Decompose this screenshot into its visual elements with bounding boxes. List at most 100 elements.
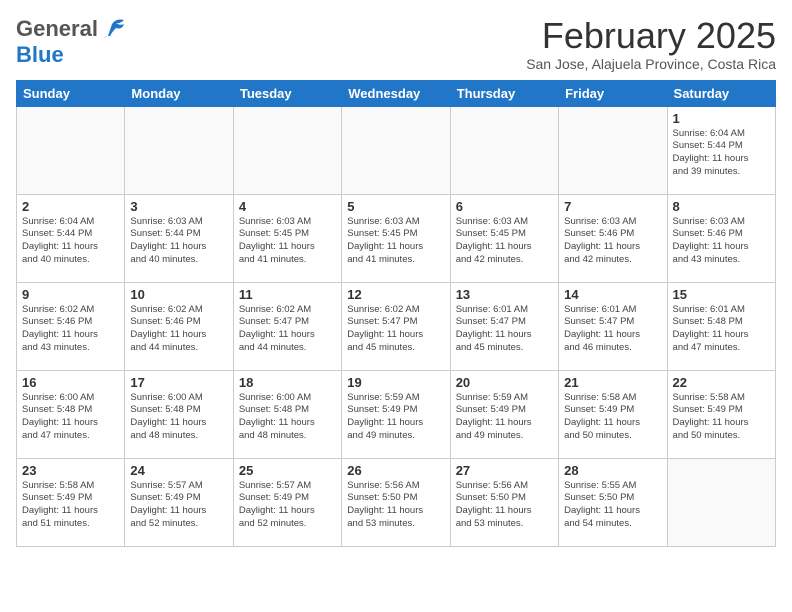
calendar-cell — [450, 106, 558, 194]
day-number: 12 — [347, 287, 444, 302]
calendar-cell: 20 Sunrise: 5:59 AM Sunset: 5:49 PM Dayli… — [450, 370, 558, 458]
day-number: 9 — [22, 287, 119, 302]
day-number: 23 — [22, 463, 119, 478]
title-area: February 2025 San Jose, Alajuela Provinc… — [526, 16, 776, 72]
logo-bird-icon — [102, 18, 128, 40]
calendar-cell: 18 Sunrise: 6:00 AM Sunset: 5:48 PM Dayli… — [233, 370, 341, 458]
day-number: 20 — [456, 375, 553, 390]
day-number: 10 — [130, 287, 227, 302]
day-number: 26 — [347, 463, 444, 478]
day-number: 1 — [673, 111, 770, 126]
day-info: Sunrise: 6:01 AM Sunset: 5:48 PM Dayligh… — [673, 304, 770, 355]
calendar-cell: 19 Sunrise: 5:59 AM Sunset: 5:49 PM Dayli… — [342, 370, 450, 458]
day-info: Sunrise: 5:57 AM Sunset: 5:49 PM Dayligh… — [239, 480, 336, 531]
calendar-week-row: 23 Sunrise: 5:58 AM Sunset: 5:49 PM Dayli… — [17, 458, 776, 546]
location-subtitle: San Jose, Alajuela Province, Costa Rica — [526, 56, 776, 72]
day-number: 22 — [673, 375, 770, 390]
calendar-cell: 25 Sunrise: 5:57 AM Sunset: 5:49 PM Dayli… — [233, 458, 341, 546]
month-title: February 2025 — [526, 16, 776, 56]
calendar-cell: 1 Sunrise: 6:04 AM Sunset: 5:44 PM Daylig… — [667, 106, 775, 194]
day-number: 17 — [130, 375, 227, 390]
calendar-cell — [233, 106, 341, 194]
page-header: General Blue February 2025 San Jose, Ala… — [16, 16, 776, 72]
day-info: Sunrise: 6:03 AM Sunset: 5:45 PM Dayligh… — [239, 216, 336, 267]
day-number: 14 — [564, 287, 661, 302]
day-info: Sunrise: 6:00 AM Sunset: 5:48 PM Dayligh… — [239, 392, 336, 443]
calendar-cell — [342, 106, 450, 194]
calendar-cell: 28 Sunrise: 5:55 AM Sunset: 5:50 PM Dayli… — [559, 458, 667, 546]
calendar-cell: 16Sunrise: 6:00 AM Sunset: 5:48 PM Dayli… — [17, 370, 125, 458]
day-number: 27 — [456, 463, 553, 478]
day-number: 13 — [456, 287, 553, 302]
calendar-cell: 15 Sunrise: 6:01 AM Sunset: 5:48 PM Dayli… — [667, 282, 775, 370]
calendar-cell: 4 Sunrise: 6:03 AM Sunset: 5:45 PM Daylig… — [233, 194, 341, 282]
weekday-header-monday: Monday — [125, 80, 233, 106]
day-info: Sunrise: 5:55 AM Sunset: 5:50 PM Dayligh… — [564, 480, 661, 531]
calendar-cell — [125, 106, 233, 194]
calendar-table: SundayMondayTuesdayWednesdayThursdayFrid… — [16, 80, 776, 547]
day-info: Sunrise: 5:56 AM Sunset: 5:50 PM Dayligh… — [347, 480, 444, 531]
day-info: Sunrise: 6:02 AM Sunset: 5:47 PM Dayligh… — [239, 304, 336, 355]
day-info: Sunrise: 6:00 AM Sunset: 5:48 PM Dayligh… — [130, 392, 227, 443]
weekday-header-tuesday: Tuesday — [233, 80, 341, 106]
day-info: Sunrise: 6:01 AM Sunset: 5:47 PM Dayligh… — [564, 304, 661, 355]
day-number: 18 — [239, 375, 336, 390]
day-number: 19 — [347, 375, 444, 390]
day-number: 7 — [564, 199, 661, 214]
calendar-cell: 21 Sunrise: 5:58 AM Sunset: 5:49 PM Dayli… — [559, 370, 667, 458]
day-number: 4 — [239, 199, 336, 214]
day-number: 6 — [456, 199, 553, 214]
calendar-week-row: 9 Sunrise: 6:02 AM Sunset: 5:46 PM Daylig… — [17, 282, 776, 370]
calendar-cell: 24 Sunrise: 5:57 AM Sunset: 5:49 PM Dayli… — [125, 458, 233, 546]
day-number: 15 — [673, 287, 770, 302]
weekday-header-thursday: Thursday — [450, 80, 558, 106]
day-number: 21 — [564, 375, 661, 390]
logo-general-text: General — [16, 16, 98, 42]
calendar-cell: 27 Sunrise: 5:56 AM Sunset: 5:50 PM Dayli… — [450, 458, 558, 546]
calendar-cell: 14 Sunrise: 6:01 AM Sunset: 5:47 PM Dayli… — [559, 282, 667, 370]
day-info: Sunrise: 6:02 AM Sunset: 5:46 PM Dayligh… — [130, 304, 227, 355]
day-info: Sunrise: 6:01 AM Sunset: 5:47 PM Dayligh… — [456, 304, 553, 355]
day-info: Sunrise: 5:57 AM Sunset: 5:49 PM Dayligh… — [130, 480, 227, 531]
calendar-cell — [17, 106, 125, 194]
day-number: 28 — [564, 463, 661, 478]
day-info: Sunrise: 6:04 AM Sunset: 5:44 PM Dayligh… — [22, 216, 119, 267]
calendar-cell: 10 Sunrise: 6:02 AM Sunset: 5:46 PM Dayli… — [125, 282, 233, 370]
day-number: 2 — [22, 199, 119, 214]
calendar-cell: 11 Sunrise: 6:02 AM Sunset: 5:47 PM Dayli… — [233, 282, 341, 370]
calendar-cell: 17 Sunrise: 6:00 AM Sunset: 5:48 PM Dayli… — [125, 370, 233, 458]
day-number: 24 — [130, 463, 227, 478]
calendar-week-row: 2 Sunrise: 6:04 AM Sunset: 5:44 PM Daylig… — [17, 194, 776, 282]
day-number: 11 — [239, 287, 336, 302]
calendar-cell — [667, 458, 775, 546]
day-info: Sunrise: 6:02 AM Sunset: 5:47 PM Dayligh… — [347, 304, 444, 355]
weekday-header-row: SundayMondayTuesdayWednesdayThursdayFrid… — [17, 80, 776, 106]
day-info: Sunrise: 6:00 AM Sunset: 5:48 PM Dayligh… — [22, 392, 119, 443]
day-number: 25 — [239, 463, 336, 478]
calendar-week-row: 16Sunrise: 6:00 AM Sunset: 5:48 PM Dayli… — [17, 370, 776, 458]
day-number: 5 — [347, 199, 444, 214]
calendar-cell: 13 Sunrise: 6:01 AM Sunset: 5:47 PM Dayli… — [450, 282, 558, 370]
calendar-cell: 5Sunrise: 6:03 AM Sunset: 5:45 PM Daylig… — [342, 194, 450, 282]
day-info: Sunrise: 6:03 AM Sunset: 5:46 PM Dayligh… — [564, 216, 661, 267]
day-info: Sunrise: 5:58 AM Sunset: 5:49 PM Dayligh… — [673, 392, 770, 443]
calendar-cell: 23 Sunrise: 5:58 AM Sunset: 5:49 PM Dayli… — [17, 458, 125, 546]
weekday-header-friday: Friday — [559, 80, 667, 106]
day-info: Sunrise: 6:03 AM Sunset: 5:45 PM Dayligh… — [456, 216, 553, 267]
day-info: Sunrise: 5:59 AM Sunset: 5:49 PM Dayligh… — [456, 392, 553, 443]
weekday-header-sunday: Sunday — [17, 80, 125, 106]
calendar-cell: 6 Sunrise: 6:03 AM Sunset: 5:45 PM Daylig… — [450, 194, 558, 282]
day-info: Sunrise: 5:59 AM Sunset: 5:49 PM Dayligh… — [347, 392, 444, 443]
calendar-cell: 22 Sunrise: 5:58 AM Sunset: 5:49 PM Dayli… — [667, 370, 775, 458]
calendar-week-row: 1 Sunrise: 6:04 AM Sunset: 5:44 PM Daylig… — [17, 106, 776, 194]
calendar-cell — [559, 106, 667, 194]
calendar-cell: 26 Sunrise: 5:56 AM Sunset: 5:50 PM Dayli… — [342, 458, 450, 546]
day-info: Sunrise: 5:58 AM Sunset: 5:49 PM Dayligh… — [22, 480, 119, 531]
day-info: Sunrise: 5:56 AM Sunset: 5:50 PM Dayligh… — [456, 480, 553, 531]
calendar-cell: 2 Sunrise: 6:04 AM Sunset: 5:44 PM Daylig… — [17, 194, 125, 282]
calendar-cell: 12 Sunrise: 6:02 AM Sunset: 5:47 PM Dayli… — [342, 282, 450, 370]
calendar-cell: 8Sunrise: 6:03 AM Sunset: 5:46 PM Daylig… — [667, 194, 775, 282]
day-number: 8 — [673, 199, 770, 214]
day-info: Sunrise: 6:04 AM Sunset: 5:44 PM Dayligh… — [673, 128, 770, 179]
day-info: Sunrise: 5:58 AM Sunset: 5:49 PM Dayligh… — [564, 392, 661, 443]
